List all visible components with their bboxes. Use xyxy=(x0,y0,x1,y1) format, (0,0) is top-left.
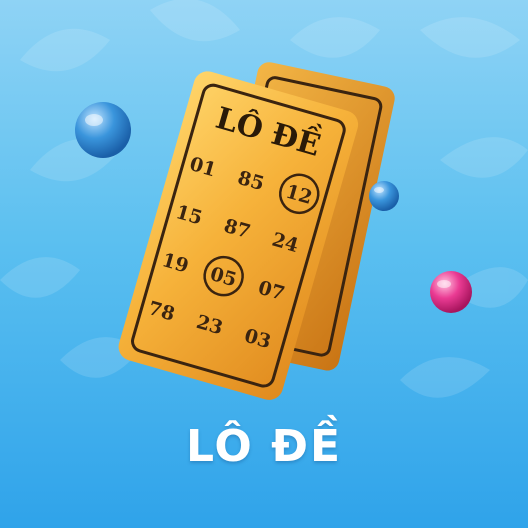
tile-caption: LÔ ĐỀ xyxy=(185,421,343,472)
blue-ball-left-highlight xyxy=(85,114,103,126)
blue-ball-right-highlight xyxy=(374,187,384,193)
lo-de-tile[interactable]: 2 4 07 03 LÔ ĐỀ 01 85 12 15 87 24 19 05 … xyxy=(0,0,528,528)
blue-ball-right xyxy=(369,181,399,211)
blue-ball-left xyxy=(75,102,131,158)
pink-ball-highlight xyxy=(437,280,451,288)
pink-ball xyxy=(430,271,472,313)
